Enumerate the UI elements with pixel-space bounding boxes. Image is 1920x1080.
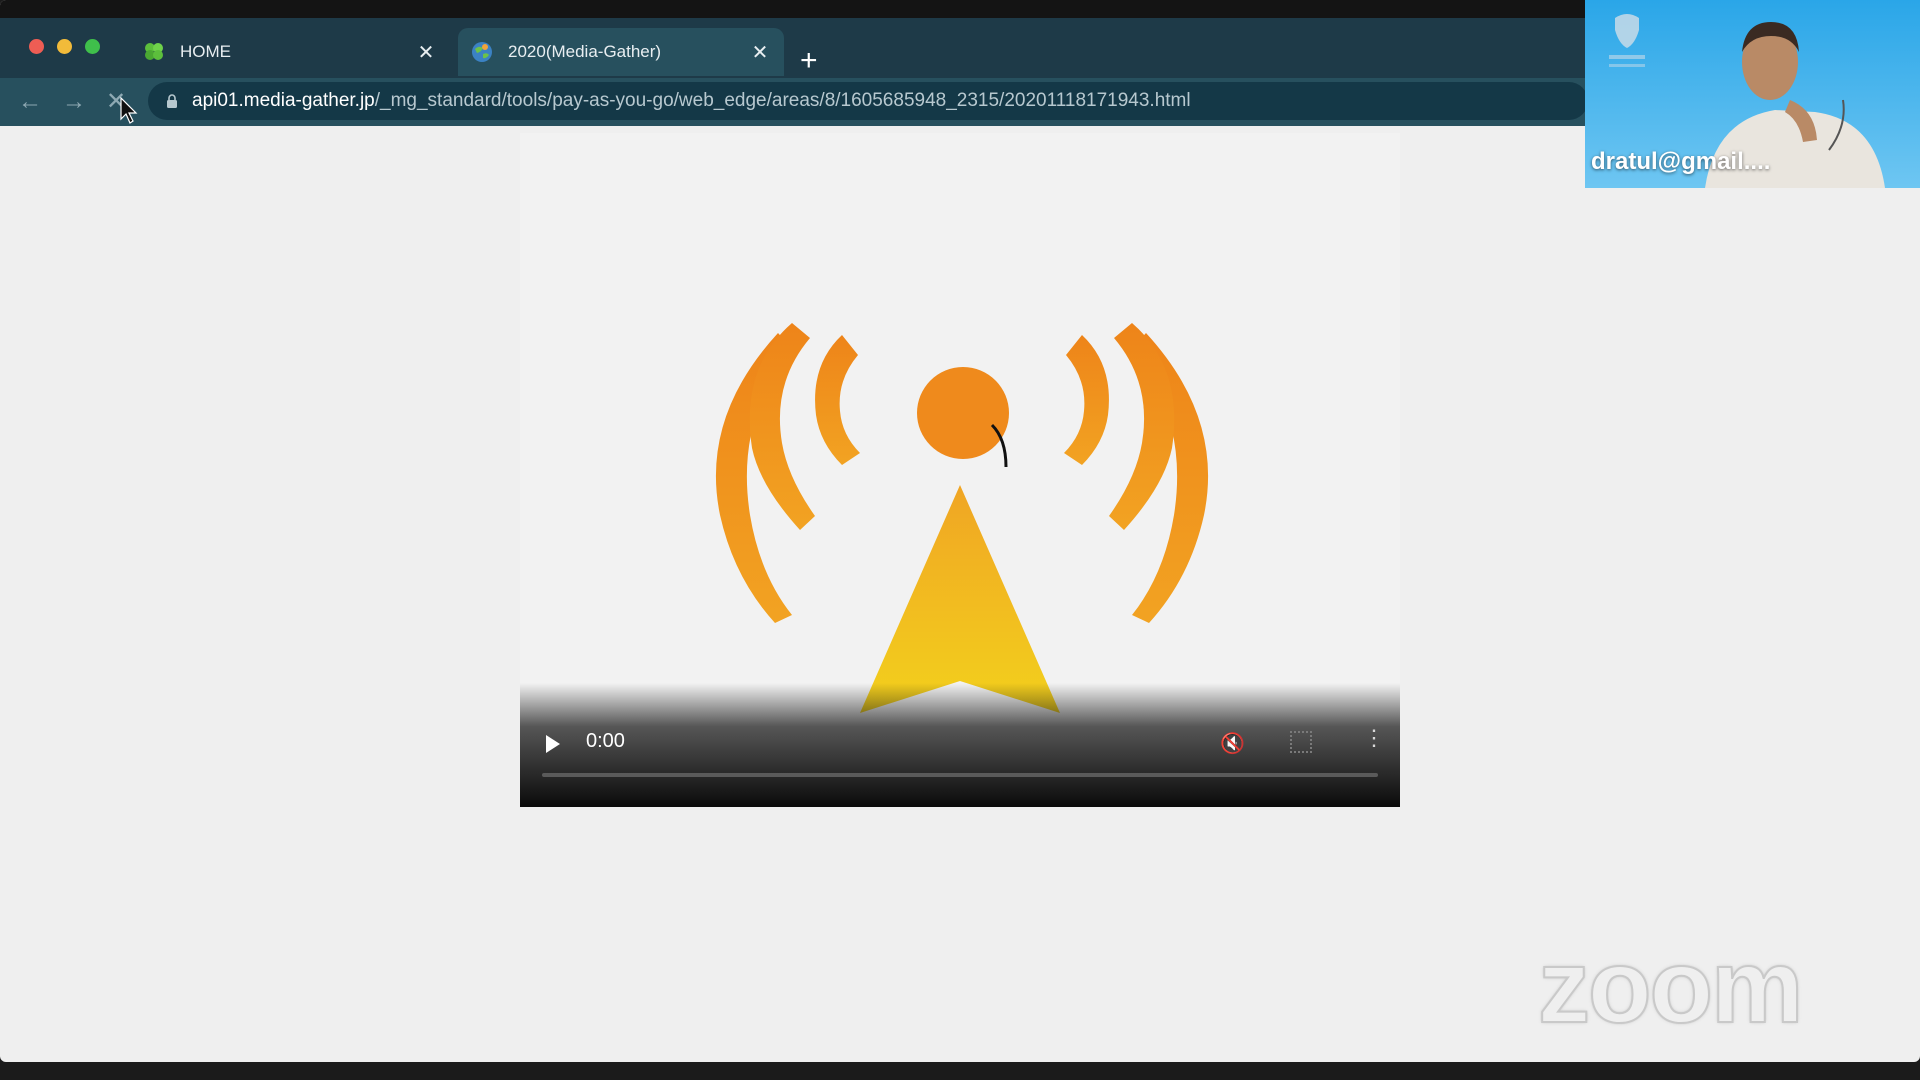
close-icon[interactable]: ✕	[746, 40, 774, 65]
address-bar[interactable]: api01.media-gather.jp/_mg_standard/tools…	[148, 82, 1588, 120]
video-time: 0:00	[586, 730, 625, 752]
tab-label: 2020(Media-Gather)	[508, 42, 662, 61]
participant-video-tile[interactable]: dratul@gmail....	[1585, 0, 1920, 188]
url-text: api01.media-gather.jp/_mg_standard/tools…	[192, 90, 1191, 112]
participant-name: dratul@gmail....	[1591, 148, 1771, 175]
window-minimize-button[interactable]	[57, 39, 72, 54]
mute-icon[interactable]: 🔇	[1220, 731, 1245, 756]
video-progress-bar[interactable]	[542, 773, 1378, 777]
tab-home[interactable]: HOME ✕	[130, 28, 450, 76]
fullscreen-icon[interactable]	[1290, 731, 1312, 753]
video-player[interactable]: 0:00 🔇 ⋮	[520, 133, 1400, 807]
close-icon[interactable]: ✕	[412, 40, 440, 65]
back-button[interactable]: ←	[18, 88, 42, 116]
globe-icon	[470, 40, 494, 64]
zoom-watermark: zoom	[1537, 928, 1805, 1046]
lock-icon	[166, 94, 178, 108]
play-icon[interactable]	[546, 735, 560, 753]
new-tab-button[interactable]: +	[800, 46, 818, 76]
clover-icon	[142, 40, 166, 64]
tab-label: HOME	[180, 42, 231, 61]
url-host: api01.media-gather.jp	[192, 90, 375, 111]
forward-button[interactable]: →	[62, 88, 86, 116]
mouse-cursor	[120, 97, 138, 124]
url-path: /_mg_standard/tools/pay-as-you-go/web_ed…	[374, 90, 1191, 111]
tab-media-gather[interactable]: 2020(Media-Gather) ✕	[458, 28, 784, 76]
more-options-icon[interactable]: ⋮	[1363, 727, 1385, 749]
window-maximize-button[interactable]	[85, 39, 100, 54]
window-close-button[interactable]	[29, 39, 44, 54]
video-controls: 0:00 🔇 ⋮	[520, 683, 1400, 807]
